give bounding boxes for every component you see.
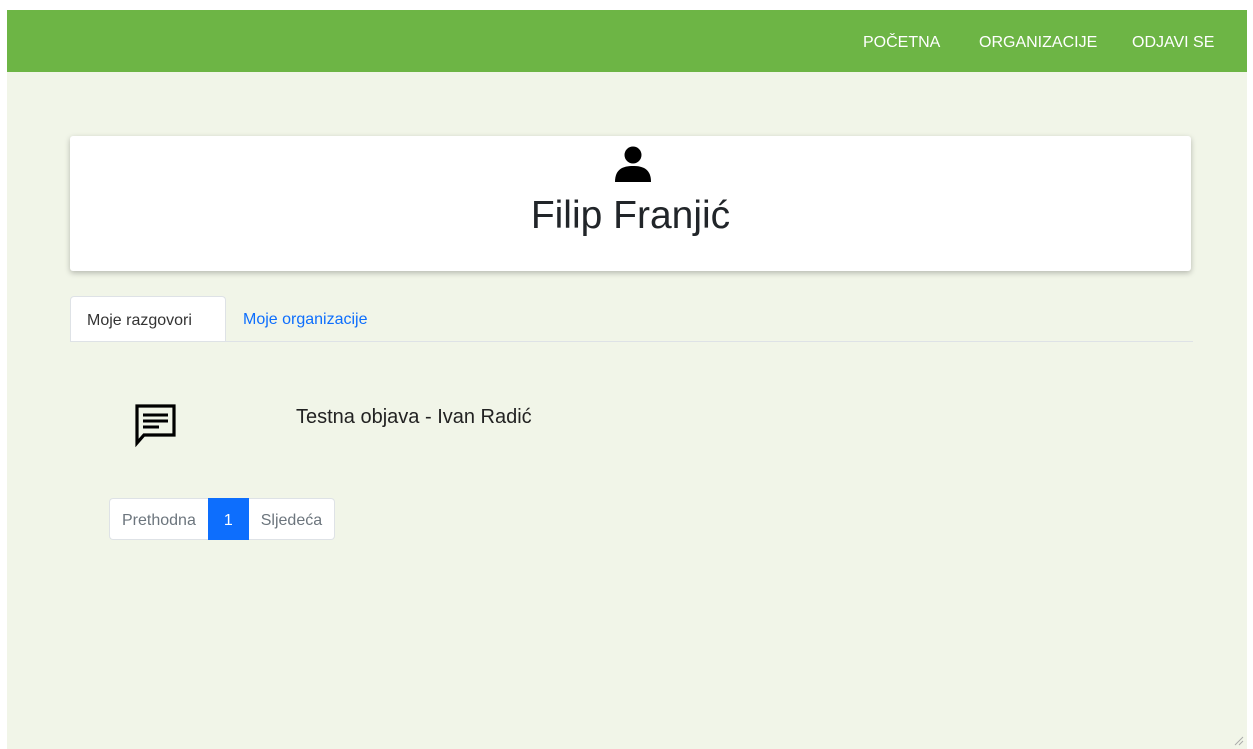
resize-grip-icon[interactable]: [1232, 734, 1244, 746]
profile-card: Filip Franjić: [70, 136, 1191, 271]
nav-organizations-link[interactable]: ORGANIZACIJE: [979, 10, 1097, 72]
nav-logout-link[interactable]: ODJAVI SE: [1132, 10, 1214, 72]
message-icon[interactable]: [132, 401, 180, 449]
tab-my-conversations[interactable]: Moje razgovori: [70, 296, 226, 342]
pagination-page-1[interactable]: 1: [207, 498, 249, 540]
pagination: Prethodna 1 Sljedeća: [109, 498, 336, 540]
top-navbar: POČETNA ORGANIZACIJE ODJAVI SE: [7, 10, 1247, 72]
pagination-next-button[interactable]: Sljedeća: [248, 498, 336, 540]
nav-home-link[interactable]: POČETNA: [863, 10, 940, 72]
tab-my-organizations[interactable]: Moje organizacije: [227, 296, 384, 342]
pagination-previous-button[interactable]: Prethodna: [109, 498, 208, 540]
conversation-title[interactable]: Testna objava - Ivan Radić: [296, 406, 532, 429]
tabs-divider: [70, 341, 1193, 342]
user-icon: [615, 146, 651, 182]
page: POČETNA ORGANIZACIJE ODJAVI SE Filip Fra…: [7, 10, 1247, 749]
profile-name: Filip Franjić: [530, 194, 731, 237]
